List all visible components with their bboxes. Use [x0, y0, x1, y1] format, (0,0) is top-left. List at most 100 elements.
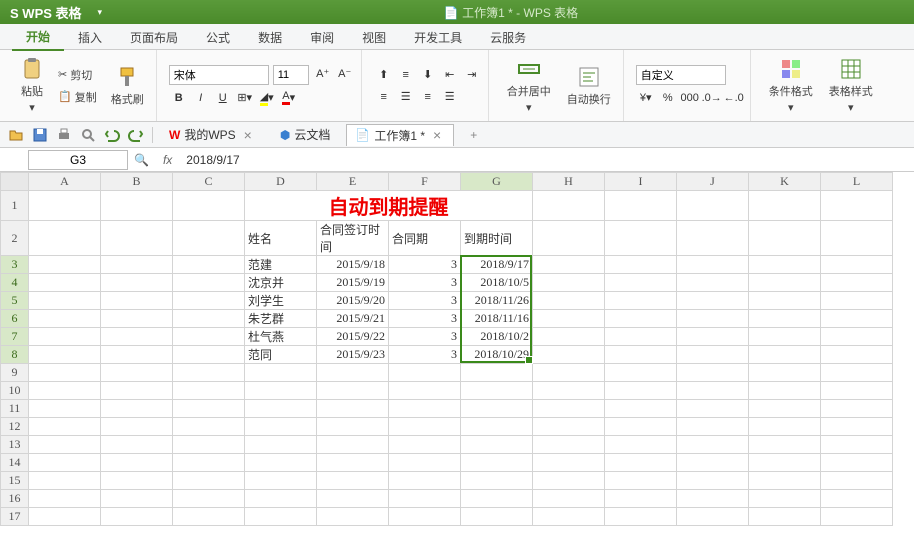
cell-E2[interactable]: 合同签订时间 — [317, 221, 389, 256]
print-icon[interactable] — [56, 127, 72, 143]
cell-K14[interactable] — [749, 454, 821, 472]
fx-icon[interactable]: 🔍 — [128, 153, 155, 167]
cell-F7[interactable]: 3 — [389, 328, 461, 346]
cell-H4[interactable] — [533, 274, 605, 292]
align-center-button[interactable]: ☰ — [396, 88, 416, 106]
cell-C5[interactable] — [173, 292, 245, 310]
cell-F14[interactable] — [389, 454, 461, 472]
cell-B9[interactable] — [101, 364, 173, 382]
copy-button[interactable]: 📋复制 — [54, 87, 101, 107]
cell-E10[interactable] — [317, 382, 389, 400]
cell-H3[interactable] — [533, 256, 605, 274]
cell-K8[interactable] — [749, 346, 821, 364]
cell-B12[interactable] — [101, 418, 173, 436]
cell-D10[interactable] — [245, 382, 317, 400]
cell-J5[interactable] — [677, 292, 749, 310]
cell-I11[interactable] — [605, 400, 677, 418]
cell-G17[interactable] — [461, 508, 533, 526]
cell-F12[interactable] — [389, 418, 461, 436]
cell-L9[interactable] — [821, 364, 893, 382]
cell-D13[interactable] — [245, 436, 317, 454]
comma-button[interactable]: 000 — [680, 89, 700, 107]
cell-C4[interactable] — [173, 274, 245, 292]
cell-L5[interactable] — [821, 292, 893, 310]
cell-K17[interactable] — [749, 508, 821, 526]
wrap-text-button[interactable]: 自动换行 — [561, 61, 617, 111]
cell-H5[interactable] — [533, 292, 605, 310]
cell-D17[interactable] — [245, 508, 317, 526]
cell-K16[interactable] — [749, 490, 821, 508]
cell-D14[interactable] — [245, 454, 317, 472]
cell-D3[interactable]: 范建 — [245, 256, 317, 274]
cell-E8[interactable]: 2015/9/23 — [317, 346, 389, 364]
cell-F11[interactable] — [389, 400, 461, 418]
cell-A10[interactable] — [29, 382, 101, 400]
cell-D8[interactable]: 范同 — [245, 346, 317, 364]
cell-G4[interactable]: 2018/10/5 — [461, 274, 533, 292]
cell-C14[interactable] — [173, 454, 245, 472]
cell-H13[interactable] — [533, 436, 605, 454]
name-box[interactable] — [28, 150, 128, 170]
cell-J6[interactable] — [677, 310, 749, 328]
save-icon[interactable] — [32, 127, 48, 143]
close-icon[interactable]: × — [240, 127, 256, 143]
redo-icon[interactable] — [128, 127, 144, 143]
merge-center-button[interactable]: 合并居中 ▾ — [501, 53, 557, 118]
cell-H8[interactable] — [533, 346, 605, 364]
justify-button[interactable]: ☰ — [440, 88, 460, 106]
cell-C3[interactable] — [173, 256, 245, 274]
cell-K15[interactable] — [749, 472, 821, 490]
cut-button[interactable]: ✂剪切 — [54, 65, 101, 85]
col-header-F[interactable]: F — [389, 173, 461, 191]
col-header-B[interactable]: B — [101, 173, 173, 191]
cell-F15[interactable] — [389, 472, 461, 490]
cell-D2[interactable]: 姓名 — [245, 221, 317, 256]
tab-view[interactable]: 视图 — [348, 23, 400, 50]
cell-H11[interactable] — [533, 400, 605, 418]
cell-C11[interactable] — [173, 400, 245, 418]
cell-J16[interactable] — [677, 490, 749, 508]
new-tab-button[interactable]: + — [462, 128, 485, 142]
cell-G15[interactable] — [461, 472, 533, 490]
align-left-button[interactable]: ≡ — [374, 88, 394, 106]
cell-B15[interactable] — [101, 472, 173, 490]
row-header-17[interactable]: 17 — [1, 508, 29, 526]
cell-G9[interactable] — [461, 364, 533, 382]
cell-C17[interactable] — [173, 508, 245, 526]
align-right-button[interactable]: ≡ — [418, 88, 438, 106]
formula-input[interactable]: 2018/9/17 — [180, 153, 914, 167]
row-header-6[interactable]: 6 — [1, 310, 29, 328]
conditional-format-button[interactable]: 条件格式 ▾ — [763, 53, 819, 118]
cell-B13[interactable] — [101, 436, 173, 454]
tab-dev[interactable]: 开发工具 — [400, 23, 476, 50]
cell-G3[interactable]: 2018/9/17 — [461, 256, 533, 274]
doctab-clouddoc[interactable]: ⬢ 云文档 — [272, 124, 339, 145]
cell-B5[interactable] — [101, 292, 173, 310]
cell-G13[interactable] — [461, 436, 533, 454]
cell-F13[interactable] — [389, 436, 461, 454]
cell-K11[interactable] — [749, 400, 821, 418]
font-shrink-button[interactable]: A⁻ — [335, 65, 355, 83]
cell-K5[interactable] — [749, 292, 821, 310]
row-header-14[interactable]: 14 — [1, 454, 29, 472]
row-header-12[interactable]: 12 — [1, 418, 29, 436]
row-header-5[interactable]: 5 — [1, 292, 29, 310]
cell-B14[interactable] — [101, 454, 173, 472]
cell-I13[interactable] — [605, 436, 677, 454]
cell-E14[interactable] — [317, 454, 389, 472]
cell-L11[interactable] — [821, 400, 893, 418]
cell-C16[interactable] — [173, 490, 245, 508]
tab-insert[interactable]: 插入 — [64, 23, 116, 50]
border-button[interactable]: ⊞▾ — [235, 89, 255, 107]
cell-B3[interactable] — [101, 256, 173, 274]
tab-start[interactable]: 开始 — [12, 22, 64, 51]
cell-I9[interactable] — [605, 364, 677, 382]
tab-cloud[interactable]: 云服务 — [476, 23, 540, 50]
cell-I12[interactable] — [605, 418, 677, 436]
number-format-select[interactable] — [636, 65, 726, 85]
row-header-16[interactable]: 16 — [1, 490, 29, 508]
align-top-button[interactable]: ⬆ — [374, 66, 394, 84]
fill-color-button[interactable]: ◢▾ — [257, 89, 277, 107]
col-header-K[interactable]: K — [749, 173, 821, 191]
cell-D6[interactable]: 朱艺群 — [245, 310, 317, 328]
